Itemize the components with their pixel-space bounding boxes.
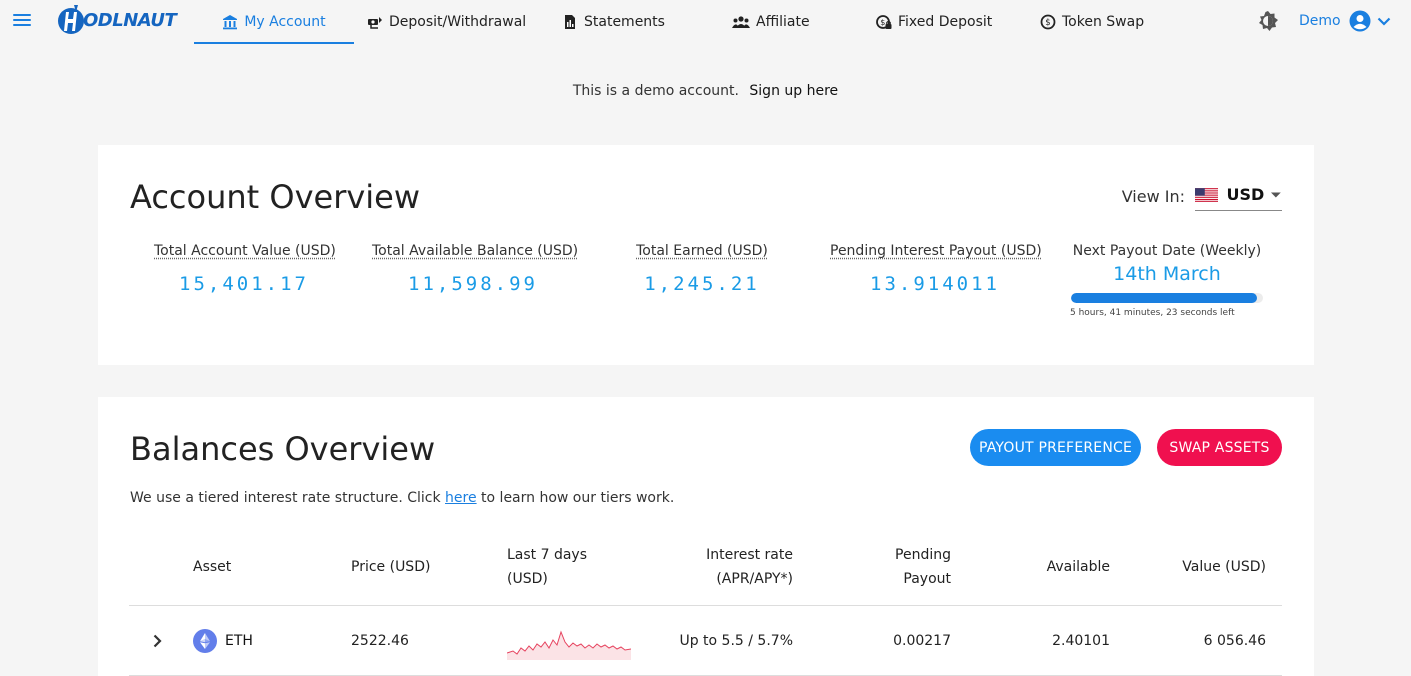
col-last-7-days-line1: Last 7 days [507, 547, 588, 563]
stat-next-payout: Next Payout Date (Weekly) 14th March 5 h… [1070, 243, 1264, 318]
account-stats: Total Account Value (USD) 15,401.17 Tota… [98, 243, 1314, 333]
col-price: Price (USD) [351, 559, 431, 575]
col-value: Value (USD) [1182, 559, 1266, 575]
stat-label: Pending Interest Payout (USD) [830, 243, 1042, 259]
document-icon [565, 15, 575, 29]
stat-pending-interest-payout: Pending Interest Payout (USD) 13.914011 [830, 243, 1042, 295]
col-asset: Asset [193, 559, 232, 575]
col-interest-rate-line1: Interest rate [706, 547, 793, 563]
lock-coin-icon: $ [876, 15, 892, 29]
table-header: Asset Price (USD) Last 7 days (USD) Inte… [129, 529, 1282, 606]
col-pending-payout-line1: Pending [895, 547, 951, 563]
account-overview-title: Account Overview [130, 178, 421, 216]
balances-table: Asset Price (USD) Last 7 days (USD) Inte… [129, 529, 1282, 676]
table-row[interactable]: ETH 2522.46 Up to 5.5 / 5.7% 0.00217 2.4… [129, 606, 1282, 676]
col-last-7-days: Last 7 days (USD) [507, 543, 587, 591]
view-in-label: View In: [1121, 186, 1185, 206]
stat-value: 15,401.17 [179, 273, 309, 295]
tab-my-account[interactable]: My Account [194, 0, 354, 44]
currency-value: USD [1226, 185, 1265, 204]
user-menu[interactable]: Demo [1299, 8, 1393, 34]
payout-time-left: 5 hours, 41 minutes, 23 seconds left [1070, 308, 1235, 318]
tier-note-text: We use a tiered interest rate structure.… [130, 490, 441, 506]
dropdown-arrow-icon [1271, 192, 1282, 197]
tab-affiliate-label: Affiliate [756, 14, 810, 30]
interest-rate: Up to 5.5 / 5.7% [679, 633, 793, 649]
swap-assets-button[interactable]: SWAP ASSETS [1157, 429, 1282, 466]
currency-select[interactable]: USD [1195, 181, 1282, 211]
logo-text: ODLNAUT [83, 9, 177, 31]
tab-fixed-deposit-label: Fixed Deposit [898, 14, 993, 30]
stat-total-earned: Total Earned (USD) 1,245.21 [622, 243, 782, 295]
col-interest-rate: Interest rate (APR/APY*) [706, 543, 793, 591]
bank-icon [223, 15, 238, 30]
col-pending-payout-line2: Payout [903, 571, 951, 587]
tier-note: We use a tiered interest rate structure.… [130, 490, 674, 506]
stat-label: Total Earned (USD) [636, 243, 768, 259]
demo-banner-text: This is a demo account. [572, 83, 739, 99]
eth-icon [193, 629, 217, 653]
logo-h-mark [58, 5, 84, 34]
user-name: Demo [1299, 13, 1341, 29]
payout-progress-fill [1071, 293, 1258, 303]
account-overview-card: Account Overview View In: USD Total Acco… [98, 145, 1314, 365]
expand-chevron-icon[interactable] [145, 629, 169, 653]
stat-value: 11,598.99 [408, 273, 538, 295]
chevron-down-icon [1377, 17, 1390, 26]
price-sparkline [507, 630, 631, 660]
stat-value: 1,245.21 [644, 273, 760, 295]
payout-progress-bar [1071, 293, 1263, 303]
col-last-7-days-line2: (USD) [507, 571, 548, 587]
hamburger-menu-icon[interactable] [10, 8, 34, 32]
tab-deposit-withdrawal[interactable]: Deposit/Withdrawal [367, 0, 526, 44]
theme-toggle-icon[interactable] [1256, 9, 1280, 33]
pending-payout: 0.00217 [893, 633, 951, 649]
tab-token-swap-label: Token Swap [1062, 14, 1145, 30]
tab-affiliate[interactable]: Affiliate [732, 0, 810, 44]
payout-preference-button[interactable]: PAYOUT PREFERENCE [970, 429, 1141, 466]
tab-token-swap[interactable]: $ Token Swap [1040, 0, 1144, 44]
stat-total-available-balance: Total Available Balance (USD) 11,598.99 [372, 243, 579, 295]
cash-exchange-icon [368, 17, 382, 29]
sign-up-link[interactable]: Sign up here [749, 83, 838, 99]
stat-label: Next Payout Date (Weekly) [1072, 243, 1262, 259]
asset-price: 2522.46 [351, 633, 409, 649]
us-flag-icon [1195, 187, 1219, 202]
demo-banner: This is a demo account. Sign up here [0, 83, 1411, 99]
hodlnaut-logo[interactable]: ODLNAUT [57, 3, 177, 37]
view-in-control: View In: USD [1122, 181, 1282, 211]
balances-overview-title: Balances Overview [130, 430, 436, 468]
tab-my-account-label: My Account [244, 14, 326, 30]
col-pending-payout: Pending Payout [895, 543, 951, 591]
svg-text:$: $ [1045, 18, 1050, 28]
tier-info-link[interactable]: here [445, 490, 477, 506]
stat-label: Total Available Balance (USD) [372, 243, 579, 259]
value-usd: 6 056.46 [1203, 633, 1266, 649]
asset-symbol: ETH [225, 633, 253, 649]
tab-deposit-withdrawal-label: Deposit/Withdrawal [389, 14, 527, 30]
tab-statements[interactable]: Statements [562, 0, 665, 44]
svg-text:$: $ [880, 18, 885, 27]
col-available: Available [1046, 559, 1110, 575]
tab-fixed-deposit[interactable]: $ Fixed Deposit [876, 0, 992, 44]
balances-overview-card: Balances Overview PAYOUT PREFERENCE SWAP… [98, 397, 1314, 676]
stat-label: Total Account Value (USD) [154, 243, 336, 259]
asset-cell: ETH [193, 629, 253, 653]
next-payout-date: 14th March [1113, 263, 1221, 285]
stat-value: 13.914011 [870, 273, 1000, 295]
swap-coin-icon: $ [1040, 14, 1056, 30]
people-icon [732, 16, 750, 28]
tab-statements-label: Statements [584, 14, 665, 30]
top-bar: ODLNAUT My Account Deposit/Withdrawal St… [0, 0, 1411, 44]
stat-total-account-value: Total Account Value (USD) 15,401.17 [154, 243, 336, 295]
col-interest-rate-line2: (APR/APY*) [716, 571, 793, 587]
account-circle-icon [1349, 10, 1371, 32]
available-amount: 2.40101 [1052, 633, 1110, 649]
tier-note-text-after: to learn how our tiers work. [481, 490, 675, 506]
